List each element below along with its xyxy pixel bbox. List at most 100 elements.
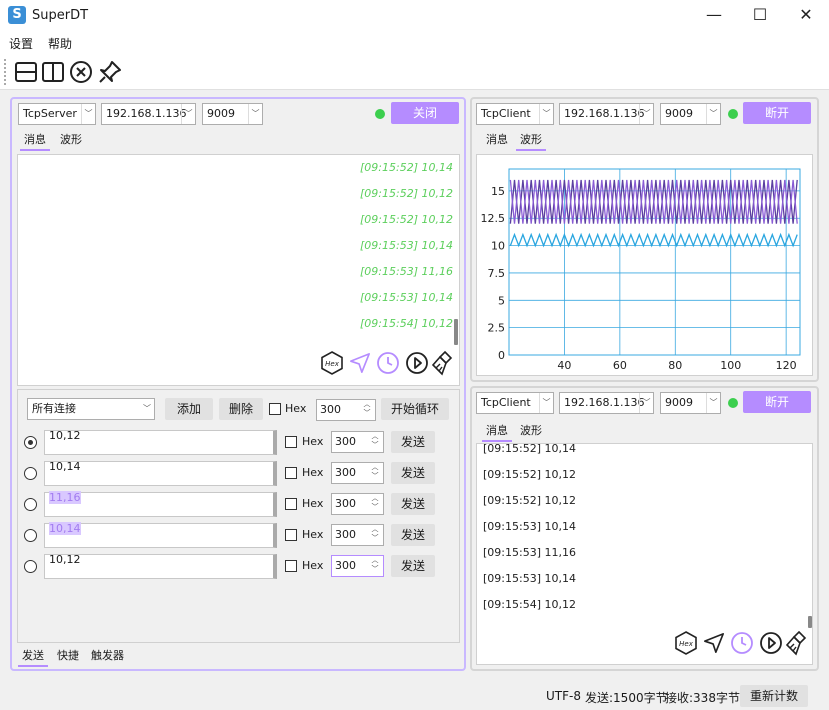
message-log[interactable]: [09:15:52] 10,14 [09:15:52] 10,12 [09:15…	[476, 442, 813, 665]
port-select[interactable]: 9009 ﹀	[660, 392, 721, 414]
send-button[interactable]: 发送	[391, 493, 435, 515]
send-interval-input[interactable]: 300 ︿ ﹀	[331, 431, 384, 453]
menu-settings[interactable]: 设置	[9, 35, 33, 52]
spin-arrows-icon[interactable]: ︿ ﹀	[369, 556, 381, 576]
hex-icon[interactable]: Hex	[674, 631, 698, 655]
close-circle-icon[interactable]	[69, 60, 93, 84]
add-button[interactable]: 添加	[165, 398, 213, 420]
chevron-down-icon: ﹀	[706, 393, 720, 413]
close-connection-button[interactable]: 关闭	[391, 102, 459, 124]
send-content-input[interactable]: 11,16	[44, 491, 277, 517]
send-button[interactable]: 发送	[391, 431, 435, 453]
clock-icon[interactable]	[730, 631, 754, 655]
connection-select[interactable]: 所有连接 ﹀	[27, 398, 155, 420]
message-log[interactable]: [09:15:52] 10,14 [09:15:52] 10,12 [09:15…	[17, 154, 460, 386]
chevron-down-icon: ﹀	[539, 393, 553, 413]
send-row-radio[interactable]	[24, 560, 37, 573]
send-row-radio[interactable]	[24, 467, 37, 480]
hex-label: Hex	[285, 402, 307, 415]
tab-messages[interactable]: 消息	[482, 131, 512, 151]
send-button[interactable]: 发送	[391, 555, 435, 577]
disconnect-button[interactable]: 断开	[743, 391, 811, 413]
send-button[interactable]: 发送	[391, 462, 435, 484]
tab-waveform[interactable]: 波形	[516, 131, 546, 151]
scrollbar-thumb[interactable]	[454, 319, 458, 345]
chevron-down-icon: ﹀	[706, 104, 720, 124]
tab-send[interactable]: 发送	[18, 647, 48, 667]
split-horizontal-icon[interactable]	[14, 60, 38, 84]
scrollbar-thumb[interactable]	[808, 616, 812, 628]
ip-select[interactable]: 192.168.1.136 ﹀	[559, 392, 654, 414]
message-line: [09:15:54] 10,12	[483, 598, 576, 611]
maximize-button[interactable]: ☐	[737, 0, 783, 32]
message-line: [09:15:52] 10,12	[483, 468, 576, 481]
send-content-input[interactable]: 10,14	[44, 461, 277, 486]
play-icon[interactable]	[405, 351, 429, 375]
reset-count-button[interactable]: 重新计数	[740, 685, 808, 707]
hex-checkbox[interactable]	[269, 403, 281, 415]
send-icon[interactable]	[703, 632, 725, 654]
menu-help[interactable]: 帮助	[48, 35, 72, 52]
x-tick-label: 100	[720, 359, 741, 372]
disconnect-button[interactable]: 断开	[743, 102, 811, 124]
start-loop-button[interactable]: 开始循环	[381, 398, 449, 420]
mode-select[interactable]: TcpServer ﹀	[18, 103, 96, 125]
broom-clear-icon[interactable]	[785, 630, 809, 656]
hex-checkbox[interactable]	[285, 467, 297, 479]
send-content-input[interactable]: 10,14	[44, 522, 277, 548]
port-select[interactable]: 9009 ﹀	[660, 103, 721, 125]
ip-select[interactable]: 192.168.1.136 ﹀	[559, 103, 654, 125]
mode-select[interactable]: TcpClient ﹀	[476, 392, 554, 414]
send-row-radio[interactable]	[24, 529, 37, 542]
send-row: 11,16 Hex 300 ︿ ﹀ 发送	[18, 490, 461, 518]
tab-waveform[interactable]: 波形	[516, 422, 546, 442]
tab-trigger[interactable]: 触发器	[87, 647, 128, 667]
send-row-radio[interactable]	[24, 498, 37, 511]
play-icon[interactable]	[759, 631, 783, 655]
mode-select[interactable]: TcpClient ﹀	[476, 103, 554, 125]
spin-arrows-icon[interactable]: ︿ ﹀	[361, 400, 373, 420]
send-row-radio[interactable]	[24, 436, 37, 449]
hex-icon[interactable]: Hex	[320, 351, 344, 375]
send-interval-input[interactable]: 300 ︿ ﹀	[331, 524, 384, 546]
send-area: 所有连接 ﹀ 添加 删除 Hex 300 ︿ ﹀ 开始循环 10,12 Hex 3…	[17, 389, 460, 643]
send-interval-input[interactable]: 300 ︿ ﹀	[331, 462, 384, 484]
spin-arrows-icon[interactable]: ︿ ﹀	[369, 432, 381, 452]
split-vertical-icon[interactable]	[41, 60, 65, 84]
port-select[interactable]: 9009 ﹀	[202, 103, 263, 125]
broom-clear-icon[interactable]	[431, 350, 455, 376]
send-content-input[interactable]: 10,12	[44, 554, 277, 579]
spin-arrows-icon[interactable]: ︿ ﹀	[369, 525, 381, 545]
minimize-button[interactable]: —	[691, 0, 737, 32]
app-logo-icon: S	[8, 6, 26, 24]
tab-waveform[interactable]: 波形	[56, 131, 86, 151]
mode-select-value: TcpClient	[481, 107, 531, 120]
loop-interval-input[interactable]: 300 ︿ ﹀	[316, 399, 376, 421]
hex-icon-label: Hex	[325, 360, 340, 368]
tab-messages[interactable]: 消息	[20, 131, 50, 151]
spin-arrows-icon[interactable]: ︿ ﹀	[369, 463, 381, 483]
tab-messages[interactable]: 消息	[482, 422, 512, 442]
send-interval-input[interactable]: 300 ︿ ﹀	[331, 493, 384, 515]
send-content-input[interactable]: 10,12	[44, 430, 277, 455]
hex-checkbox[interactable]	[285, 436, 297, 448]
hex-checkbox[interactable]	[285, 498, 297, 510]
close-button[interactable]: ✕	[783, 0, 829, 32]
pin-icon[interactable]	[98, 60, 122, 84]
tab-shortcut[interactable]: 快捷	[53, 647, 83, 667]
message-line: [09:15:52] 10,14	[483, 442, 576, 455]
delete-button[interactable]: 删除	[219, 398, 263, 420]
waveform-area[interactable]: 0 2.5 5 7.5 10 12.5 15 40 60 80 100 120	[476, 154, 813, 376]
send-content-value: 10,12	[49, 429, 81, 442]
hex-checkbox[interactable]	[285, 529, 297, 541]
send-icon[interactable]	[349, 352, 371, 374]
hex-checkbox[interactable]	[285, 560, 297, 572]
ip-select[interactable]: 192.168.1.136 ﹀	[101, 103, 196, 125]
spin-arrows-icon[interactable]: ︿ ﹀	[369, 494, 381, 514]
y-tick-label: 7.5	[488, 267, 506, 280]
clock-icon[interactable]	[376, 351, 400, 375]
chevron-down-icon: ﹀	[143, 404, 151, 413]
send-button[interactable]: 发送	[391, 524, 435, 546]
send-interval-input[interactable]: 300 ︿ ﹀	[331, 555, 384, 577]
send-content-value: 10,14	[49, 460, 81, 473]
